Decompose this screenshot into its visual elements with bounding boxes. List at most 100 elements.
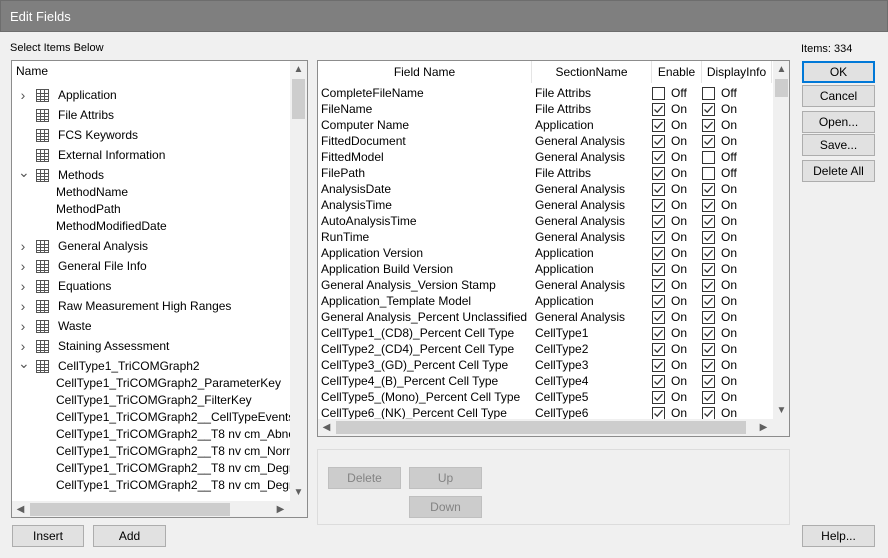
chevron-down-icon[interactable]: ⌄ [18, 165, 30, 185]
cell-section-name[interactable]: File Attribs [535, 85, 650, 101]
display-info-checkbox[interactable] [702, 391, 715, 404]
display-info-checkbox[interactable] [702, 375, 715, 388]
delete-all-button[interactable]: Delete All [802, 160, 875, 182]
cell-section-name[interactable]: CellType5 [535, 389, 650, 405]
chevron-down-icon[interactable]: ⌄ [18, 356, 30, 376]
tree-child-item[interactable]: CellType1_TriCOMGraph2_ParameterKey [56, 375, 290, 392]
display-info-checkbox[interactable] [702, 359, 715, 372]
display-info-checkbox[interactable] [702, 215, 715, 228]
enable-checkbox[interactable] [652, 375, 665, 388]
enable-checkbox[interactable] [652, 279, 665, 292]
cell-field-name[interactable]: Application_Template Model [321, 293, 531, 309]
display-info-checkbox[interactable] [702, 151, 715, 164]
display-info-checkbox[interactable] [702, 343, 715, 356]
cell-section-name[interactable]: File Attribs [535, 165, 650, 181]
cell-section-name[interactable]: CellType4 [535, 373, 650, 389]
tree-item[interactable]: File Attribs [12, 105, 290, 125]
display-info-checkbox[interactable] [702, 247, 715, 260]
table-vertical-scrollbar[interactable]: ▲ ▼ [773, 61, 789, 419]
insert-button[interactable]: Insert [12, 525, 84, 547]
chevron-right-icon[interactable]: › [18, 85, 28, 105]
tree-child-item[interactable]: CellType1_TriCOMGraph2__T8 nv cm_Degree [56, 477, 290, 494]
scroll-left-icon[interactable]: ◀ [318, 419, 335, 436]
enable-checkbox[interactable] [652, 103, 665, 116]
cell-section-name[interactable]: Application [535, 245, 650, 261]
cell-section-name[interactable]: File Attribs [535, 101, 650, 117]
tree-child-item[interactable]: MethodModifiedDate [56, 218, 290, 235]
tree-item[interactable]: › Staining Assessment [12, 336, 290, 356]
scroll-thumb[interactable] [292, 79, 305, 119]
column-header-field-name[interactable]: Field Name [318, 61, 532, 83]
cell-field-name[interactable]: AnalysisDate [321, 181, 531, 197]
scroll-up-icon[interactable]: ▲ [290, 61, 307, 78]
tree-item[interactable]: External Information [12, 145, 290, 165]
display-info-checkbox[interactable] [702, 263, 715, 276]
cell-field-name[interactable]: AnalysisTime [321, 197, 531, 213]
column-header-section-name[interactable]: SectionName [532, 61, 652, 83]
display-info-checkbox[interactable] [702, 199, 715, 212]
display-info-checkbox[interactable] [702, 167, 715, 180]
cell-section-name[interactable]: CellType1 [535, 325, 650, 341]
cell-section-name[interactable]: CellType2 [535, 341, 650, 357]
tree-item[interactable]: › Waste [12, 316, 290, 336]
chevron-right-icon[interactable]: › [18, 276, 28, 296]
enable-checkbox[interactable] [652, 183, 665, 196]
cell-section-name[interactable]: General Analysis [535, 309, 650, 325]
display-info-checkbox[interactable] [702, 119, 715, 132]
cell-field-name[interactable]: AutoAnalysisTime [321, 213, 531, 229]
cell-section-name[interactable]: Application [535, 261, 650, 277]
column-header-enable[interactable]: Enable [652, 61, 702, 83]
cell-section-name[interactable]: Application [535, 293, 650, 309]
cell-section-name[interactable]: Application [535, 117, 650, 133]
enable-checkbox[interactable] [652, 263, 665, 276]
scroll-down-icon[interactable]: ▼ [290, 484, 307, 501]
display-info-checkbox[interactable] [702, 135, 715, 148]
save-button[interactable]: Save... [802, 134, 875, 156]
display-info-checkbox[interactable] [702, 231, 715, 244]
up-button[interactable]: Up [409, 467, 482, 489]
display-info-checkbox[interactable] [702, 311, 715, 324]
display-info-checkbox[interactable] [702, 295, 715, 308]
cell-section-name[interactable]: General Analysis [535, 213, 650, 229]
scroll-down-icon[interactable]: ▼ [773, 402, 789, 419]
tree-child-item[interactable]: MethodName [56, 184, 290, 201]
tree-item[interactable]: › General Analysis [12, 236, 290, 256]
cell-field-name[interactable]: FittedModel [321, 149, 531, 165]
ok-button[interactable]: OK [802, 61, 875, 83]
help-button[interactable]: Help... [802, 525, 875, 547]
cell-field-name[interactable]: CellType5_(Mono)_Percent Cell Type [321, 389, 531, 405]
tree-item[interactable]: ⌄ CellType1_TriCOMGraph2 [12, 356, 290, 376]
cell-field-name[interactable]: CellType2_(CD4)_Percent Cell Type [321, 341, 531, 357]
cell-field-name[interactable]: General Analysis_Percent Unclassified [321, 309, 531, 325]
enable-checkbox[interactable] [652, 311, 665, 324]
tree-child-item[interactable]: CellType1_TriCOMGraph2__T8 nv cm_Degree [56, 460, 290, 477]
tree-item[interactable]: FCS Keywords [12, 125, 290, 145]
tree-vertical-scrollbar[interactable]: ▲ ▼ [290, 61, 307, 501]
scroll-thumb[interactable] [30, 503, 230, 516]
tree-item[interactable]: › Equations [12, 276, 290, 296]
scroll-right-icon[interactable]: ▶ [755, 419, 772, 436]
column-header-display-info[interactable]: DisplayInfo [702, 61, 772, 83]
chevron-right-icon[interactable]: › [18, 256, 28, 276]
cell-field-name[interactable]: Application Version [321, 245, 531, 261]
cell-section-name[interactable]: General Analysis [535, 277, 650, 293]
cell-field-name[interactable]: FilePath [321, 165, 531, 181]
down-button[interactable]: Down [409, 496, 482, 518]
cell-field-name[interactable]: CellType3_(GD)_Percent Cell Type [321, 357, 531, 373]
delete-button[interactable]: Delete [328, 467, 401, 489]
display-info-checkbox[interactable] [702, 279, 715, 292]
enable-checkbox[interactable] [652, 167, 665, 180]
enable-checkbox[interactable] [652, 327, 665, 340]
table-horizontal-scrollbar[interactable]: ◀ ▶ [318, 419, 789, 436]
tree-child-item[interactable]: CellType1_TriCOMGraph2__T8 nv cm_Abnorm [56, 426, 290, 443]
display-info-checkbox[interactable] [702, 103, 715, 116]
cell-section-name[interactable]: General Analysis [535, 133, 650, 149]
cell-section-name[interactable]: General Analysis [535, 197, 650, 213]
chevron-right-icon[interactable]: › [18, 236, 28, 256]
enable-checkbox[interactable] [652, 199, 665, 212]
enable-checkbox[interactable] [652, 343, 665, 356]
enable-checkbox[interactable] [652, 151, 665, 164]
enable-checkbox[interactable] [652, 135, 665, 148]
display-info-checkbox[interactable] [702, 183, 715, 196]
cell-field-name[interactable]: CellType4_(B)_Percent Cell Type [321, 373, 531, 389]
